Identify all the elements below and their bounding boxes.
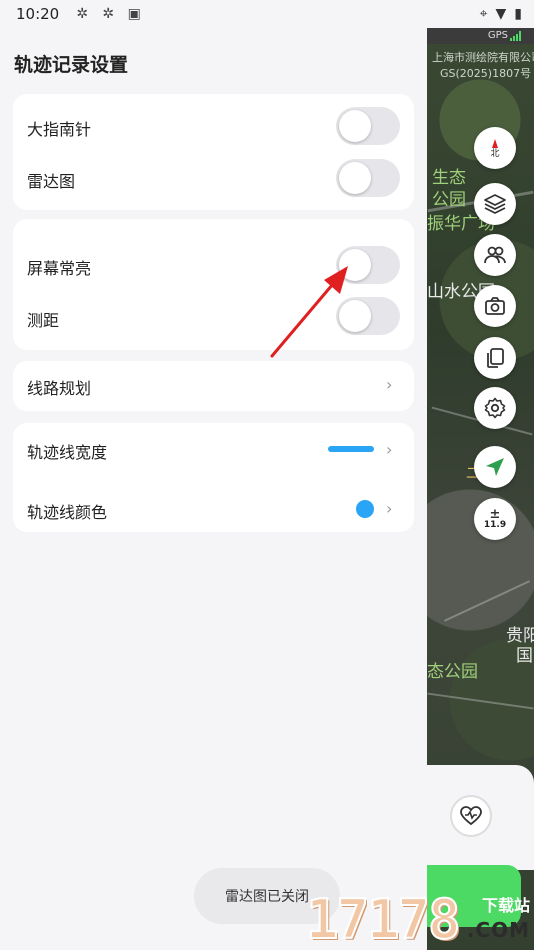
watermark-site-label: 下载站 [481, 896, 530, 915]
friends-button[interactable] [474, 234, 516, 276]
setting-label-big-compass: 大指南针 [27, 120, 92, 139]
map-label: 生态 [432, 168, 466, 188]
sync-icon: ✲ [76, 6, 89, 22]
big-compass-toggle[interactable] [336, 107, 400, 145]
copy-icon [487, 348, 504, 368]
layers-icon [484, 194, 506, 214]
watermark-logo: 17178 下载站 .COM [305, 887, 534, 950]
location-icon: ⌖ [479, 6, 488, 22]
setting-label-track-width: 轨迹线宽度 [27, 443, 108, 462]
gps-label: GPS [487, 30, 508, 41]
heart-pulse-icon [460, 806, 482, 826]
users-icon [484, 246, 506, 264]
status-bar-right: ⌖ ▼ ▮ [427, 0, 534, 28]
map-label: 贵阳 [506, 626, 534, 646]
compass-needle-icon [492, 138, 498, 148]
map-road [427, 692, 534, 710]
status-bar-left: 10:20 ✲ ✲ ▣ [0, 0, 427, 28]
track-color-preview [356, 500, 374, 518]
toggle-knob [339, 110, 371, 142]
zoom-level-label: 11.9 [483, 520, 507, 530]
camera-icon [485, 297, 505, 315]
sync-icon: ✲ [102, 6, 115, 22]
settings-card-trackline: 轨迹线宽度 › 轨迹线颜色 › [13, 423, 414, 532]
locate-button[interactable] [474, 446, 516, 488]
compass-button[interactable]: 北 [474, 127, 516, 169]
toggle-knob [339, 162, 371, 194]
battery-icon: ▮ [514, 6, 522, 22]
setting-label-track-color: 轨迹线颜色 [27, 503, 108, 522]
map-label: 公园 [432, 190, 466, 210]
app-icon: ▣ [127, 6, 141, 22]
status-time: 10:20 [16, 5, 60, 23]
radar-toggle[interactable] [336, 159, 400, 197]
wifi-icon: ▼ [495, 6, 507, 22]
page-title: 轨迹记录设置 [14, 54, 129, 76]
chevron-right-icon: › [386, 499, 393, 518]
watermark-number: 17178 [305, 887, 462, 950]
watermark-domain: .COM [466, 918, 530, 942]
gps-indicator: GPS [427, 28, 534, 44]
gear-icon [484, 397, 506, 419]
annotation-arrow-icon [270, 266, 348, 358]
layers-button[interactable] [474, 183, 516, 225]
zoom-level-button[interactable]: ± 11.9 [474, 498, 516, 540]
settings-button[interactable] [474, 387, 516, 429]
track-settings-panel: 轨迹记录设置 大指南针 雷达图 屏幕常亮 测距 线路规划 › 轨迹线宽度 › 轨… [0, 28, 427, 950]
gps-signal-icon [510, 31, 522, 41]
setting-label-route-planning: 线路规划 [27, 379, 92, 398]
setting-label-radar: 雷达图 [27, 172, 76, 191]
map-license: GS(2025)1807号 [440, 67, 532, 80]
status-bar: 10:20 ✲ ✲ ▣ ⌖ ▼ ▮ [0, 0, 534, 28]
health-button[interactable] [450, 795, 492, 837]
chevron-right-icon: › [386, 440, 393, 459]
navigation-arrow-icon [486, 458, 504, 476]
track-color-row[interactable]: 轨迹线颜色 › [13, 477, 414, 532]
map-label: 态公园 [427, 662, 478, 682]
compass-north-label: 北 [490, 148, 500, 159]
setting-label-screen-on: 屏幕常亮 [27, 259, 92, 278]
track-width-preview [328, 446, 374, 452]
map-label: 国 [516, 646, 533, 666]
settings-card-display: 大指南针 雷达图 [13, 94, 414, 210]
map-road [443, 580, 531, 622]
copy-button[interactable] [474, 337, 516, 379]
track-width-row[interactable]: 轨迹线宽度 › [13, 423, 414, 477]
setting-label-distance: 测距 [27, 311, 60, 330]
camera-button[interactable] [474, 285, 516, 327]
chevron-right-icon: › [386, 375, 393, 394]
